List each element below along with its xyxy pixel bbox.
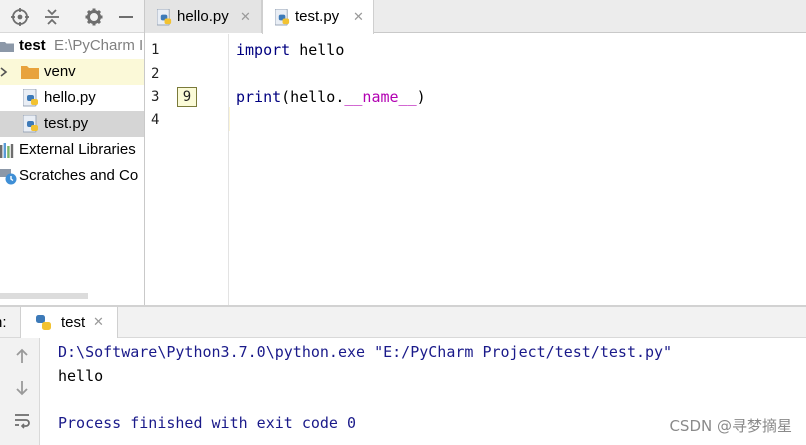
keyword-import: import xyxy=(236,41,291,59)
console-command-line: D:\Software\Python3.7.0\python.exe "E:/P… xyxy=(58,343,673,361)
tree-item-label: test.py xyxy=(44,115,89,132)
dunder-name: __name__ xyxy=(344,88,417,106)
horizontal-scrollbar[interactable] xyxy=(0,293,88,299)
console-exit-line: Process finished with exit code 0 xyxy=(58,414,357,432)
tab-hello-py[interactable]: hello.py ✕ xyxy=(145,0,262,33)
scratches-clock-icon xyxy=(0,169,17,185)
line-number: 3 xyxy=(151,89,160,105)
editor-gutter: 1 2 3 4 9 xyxy=(145,34,229,307)
gear-icon[interactable] xyxy=(84,7,104,27)
tree-item-scratches[interactable]: Scratches and Co xyxy=(0,163,144,189)
close-icon[interactable]: ✕ xyxy=(93,307,104,338)
console-output-line: hello xyxy=(58,367,104,385)
line-number: 4 xyxy=(151,112,160,128)
code-editor[interactable]: import hello print(hello.__name__) xyxy=(230,34,806,307)
tree-root-label: test xyxy=(19,37,46,54)
minimize-icon[interactable] xyxy=(116,7,136,27)
tree-item-label: hello.py xyxy=(44,89,96,106)
tree-root-path: E:\PyCharm I xyxy=(54,37,144,54)
collapse-all-icon[interactable] xyxy=(42,7,62,27)
close-icon[interactable]: ✕ xyxy=(240,0,251,33)
builtin-print: print xyxy=(236,88,282,106)
python-file-icon xyxy=(157,9,172,26)
line-number: 2 xyxy=(151,66,160,82)
tree-item-label: Scratches and Co xyxy=(19,167,139,184)
folder-icon xyxy=(0,42,14,52)
tab-label: test.py xyxy=(295,8,340,25)
run-label: n: xyxy=(0,314,7,331)
usage-count-badge[interactable]: 9 xyxy=(177,87,197,107)
python-file-icon xyxy=(23,89,38,107)
tree-item-label: External Libraries xyxy=(19,141,136,158)
chevron-right-icon[interactable] xyxy=(0,67,8,77)
folder-icon xyxy=(21,66,39,79)
python-logo-icon xyxy=(36,315,51,330)
run-tab-test[interactable]: test ✕ xyxy=(20,307,118,338)
code-line-1: import hello xyxy=(236,39,344,61)
tab-label: hello.py xyxy=(177,8,229,25)
tree-item-external-libraries[interactable]: External Libraries xyxy=(0,137,144,163)
code-line-3: print(hello.__name__) xyxy=(236,86,426,108)
watermark: CSDN @寻梦摘星 xyxy=(669,417,792,435)
line-number: 1 xyxy=(151,42,160,58)
soft-wrap-icon[interactable] xyxy=(12,410,32,430)
python-file-icon xyxy=(275,9,290,26)
run-side-toolbar xyxy=(0,338,40,445)
tree-root-test[interactable]: test E:\PyCharm I xyxy=(0,33,144,59)
project-toolbar xyxy=(0,0,144,33)
tree-item-test-py[interactable]: test.py xyxy=(0,111,144,137)
editor-tab-bar: hello.py ✕ test.py ✕ xyxy=(145,0,806,34)
tree-item-venv[interactable]: venv xyxy=(0,59,144,85)
project-tree: test E:\PyCharm I venv hello.py test.py xyxy=(0,33,144,303)
module-name: hello xyxy=(290,41,345,59)
library-icon xyxy=(0,143,14,158)
arrow-up-icon[interactable] xyxy=(12,346,32,366)
close-icon[interactable]: ✕ xyxy=(353,0,364,33)
tree-item-hello-py[interactable]: hello.py xyxy=(0,85,144,111)
tab-test-py[interactable]: test.py ✕ xyxy=(262,0,374,34)
python-file-icon xyxy=(23,115,38,133)
arrow-down-icon[interactable] xyxy=(12,378,32,398)
code-args-close: ) xyxy=(416,88,426,106)
run-tool-window-header: n: test ✕ xyxy=(0,307,806,338)
locate-target-icon[interactable] xyxy=(10,7,30,27)
code-args-open: (hello. xyxy=(281,88,345,106)
run-tab-label: test xyxy=(61,314,86,331)
tree-item-label: venv xyxy=(44,63,76,80)
